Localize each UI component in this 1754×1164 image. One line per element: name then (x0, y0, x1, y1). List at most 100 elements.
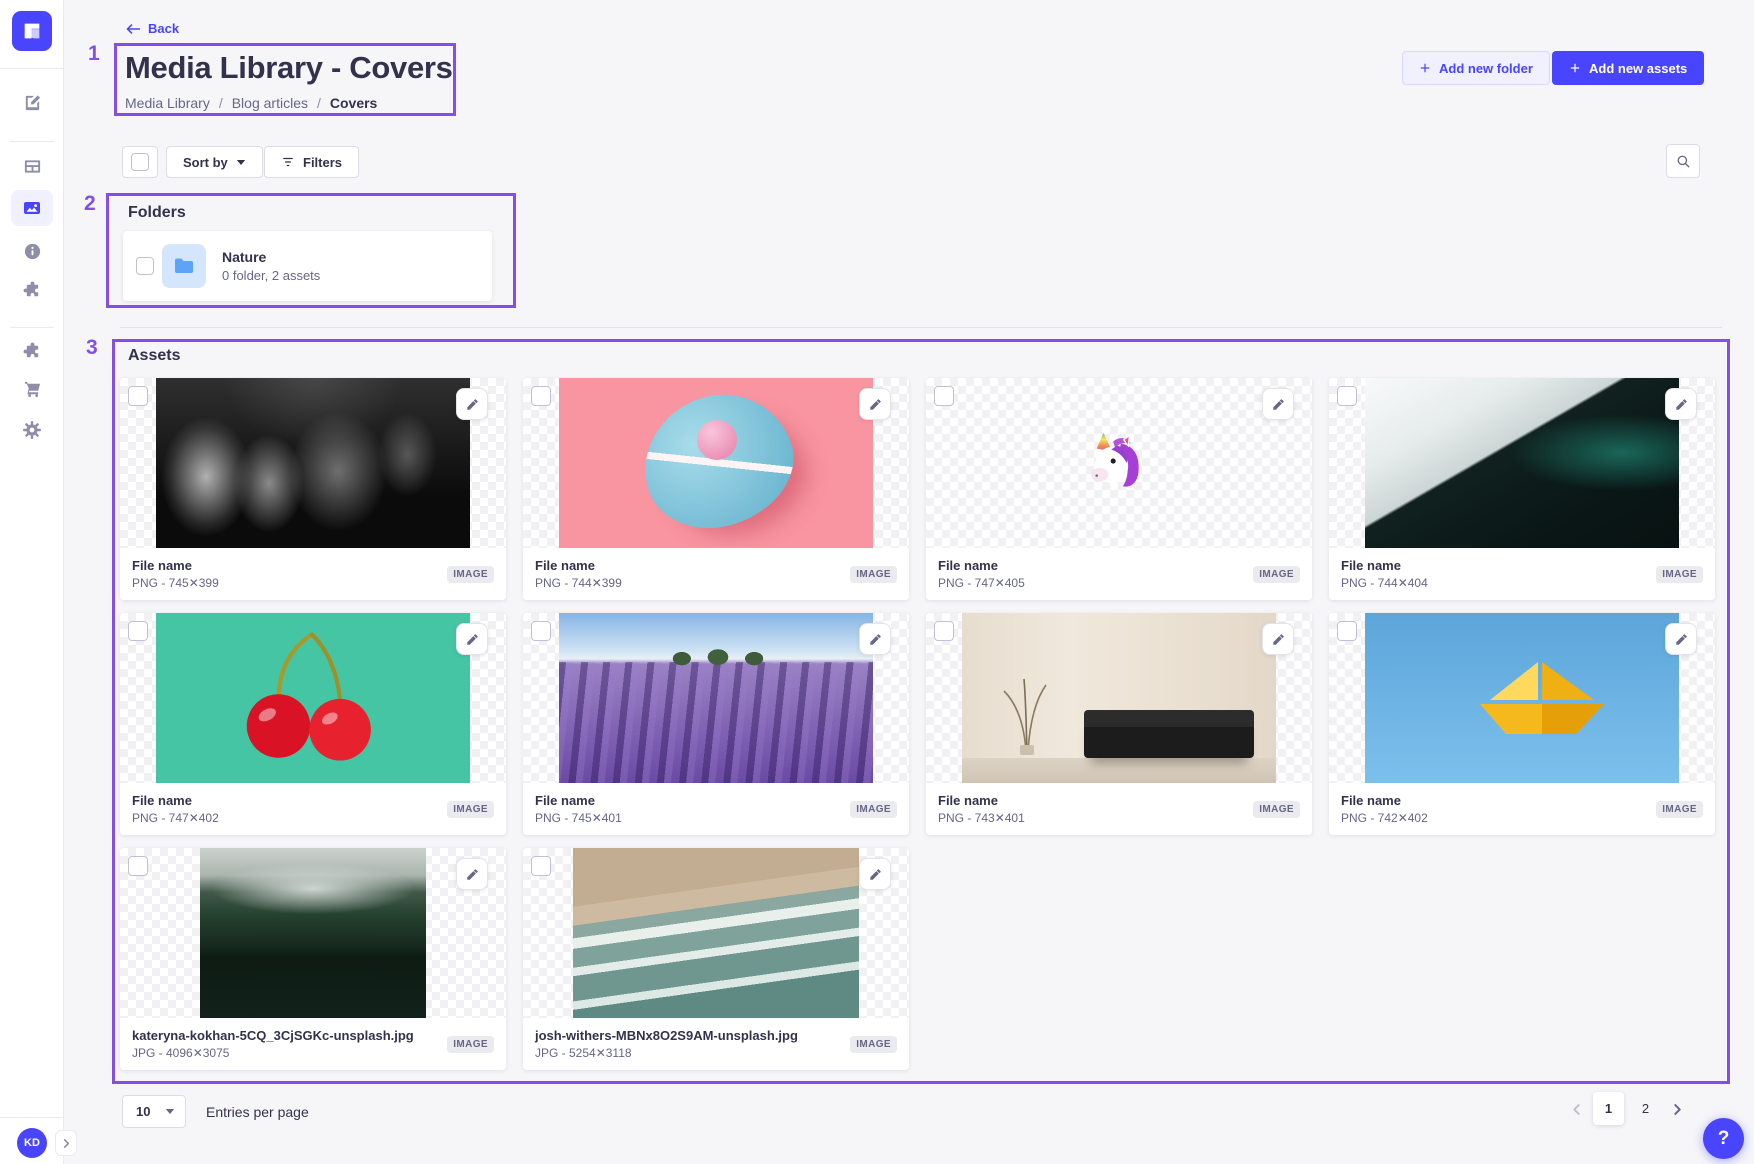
chevron-left-icon (1571, 1104, 1582, 1115)
pencil-icon (869, 868, 882, 881)
folder-icon (173, 255, 195, 277)
filters-button[interactable]: Filters (264, 146, 359, 178)
asset-edit-button[interactable] (1262, 388, 1294, 420)
add-new-folder-button[interactable]: Add new folder (1402, 51, 1550, 85)
cart-icon (23, 379, 42, 398)
asset-checkbox[interactable] (934, 386, 954, 406)
asset-card[interactable]: File name PNG - 745✕401 IMAGE (523, 613, 909, 835)
strapi-logo[interactable] (12, 11, 52, 51)
asset-meta: PNG - 747✕405 (938, 576, 1025, 590)
asset-checkbox[interactable] (531, 386, 551, 406)
pagination-previous-button[interactable] (1567, 1100, 1586, 1119)
chevron-down-icon (165, 1108, 175, 1115)
asset-name: File name (535, 558, 622, 573)
sidebar-item-content-type-builder[interactable] (11, 148, 53, 184)
asset-meta: JPG - 4096✕3075 (132, 1046, 414, 1060)
asset-edit-button[interactable] (859, 858, 891, 890)
breadcrumb-blog-articles[interactable]: Blog articles (232, 95, 330, 111)
select-all-checkbox[interactable] (131, 153, 149, 171)
asset-name: File name (1341, 793, 1428, 808)
asset-card[interactable]: File name PNG - 747✕402 IMAGE (120, 613, 506, 835)
asset-checkbox[interactable] (128, 386, 148, 406)
asset-checkbox[interactable] (1337, 621, 1357, 641)
asset-footer: File name PNG - 745✕401 IMAGE (523, 783, 909, 835)
asset-card[interactable]: File name PNG - 745✕399 IMAGE (120, 378, 506, 600)
asset-card[interactable]: josh-withers-MBNx8O2S9AM-unsplash.jpg JP… (523, 848, 909, 1070)
asset-checkbox[interactable] (531, 856, 551, 876)
chevron-right-icon (1672, 1104, 1683, 1115)
puzzle-icon (23, 342, 42, 361)
asset-edit-button[interactable] (859, 623, 891, 655)
chevron-down-icon (236, 159, 246, 166)
sidebar-item-documentation[interactable] (11, 233, 53, 269)
pagination-page-2[interactable]: 2 (1630, 1092, 1661, 1125)
sidebar-item-settings[interactable] (11, 412, 53, 448)
add-new-assets-button[interactable]: Add new assets (1552, 51, 1704, 85)
breadcrumb-media-library[interactable]: Media Library (125, 95, 232, 111)
pencil-icon (1675, 398, 1688, 411)
search-button[interactable] (1666, 144, 1700, 178)
asset-media (1329, 378, 1715, 548)
pagination-page-1[interactable]: 1 (1593, 1092, 1624, 1125)
asset-media (926, 378, 1312, 548)
asset-meta: JPG - 5254✕3118 (535, 1046, 798, 1060)
assets-section-title: Assets (128, 347, 180, 365)
folder-checkbox[interactable] (136, 257, 154, 275)
asset-edit-button[interactable] (456, 388, 488, 420)
asset-checkbox[interactable] (128, 856, 148, 876)
annotation-number-2: 2 (84, 192, 96, 216)
asset-card[interactable]: File name PNG - 743✕401 IMAGE (926, 613, 1312, 835)
asset-footer: File name PNG - 747✕402 IMAGE (120, 783, 506, 835)
sort-by-button[interactable]: Sort by (166, 146, 263, 178)
asset-edit-button[interactable] (456, 623, 488, 655)
asset-checkbox[interactable] (531, 621, 551, 641)
asset-footer: File name PNG - 747✕405 IMAGE (926, 548, 1312, 600)
asset-checkbox[interactable] (1337, 386, 1357, 406)
sidebar-expand-button[interactable] (55, 1130, 77, 1156)
pencil-icon (1272, 633, 1285, 646)
asset-edit-button[interactable] (1665, 623, 1697, 655)
asset-card[interactable]: File name PNG - 744✕404 IMAGE (1329, 378, 1715, 600)
asset-type-badge: IMAGE (850, 566, 897, 583)
help-button[interactable]: ? (1703, 1118, 1744, 1159)
annotation-number-3: 3 (86, 336, 98, 360)
folder-name: Nature (222, 249, 320, 265)
asset-image (200, 848, 426, 1018)
asset-edit-button[interactable] (1262, 623, 1294, 655)
asset-type-badge: IMAGE (1253, 801, 1300, 818)
strapi-logo-icon (21, 20, 43, 42)
sidebar-item-media-library[interactable] (11, 190, 53, 226)
filters-label: Filters (303, 155, 342, 170)
folder-card-nature[interactable]: Nature 0 folder, 2 assets (123, 231, 492, 301)
filter-icon (281, 155, 295, 169)
asset-edit-button[interactable] (1665, 388, 1697, 420)
asset-edit-button[interactable] (859, 388, 891, 420)
asset-media (926, 613, 1312, 783)
asset-meta: PNG - 744✕404 (1341, 576, 1428, 590)
sidebar-item-content-manager[interactable] (11, 84, 53, 120)
asset-card[interactable]: kateryna-kokhan-5CQ_3CjSGKc-unsplash.jpg… (120, 848, 506, 1070)
asset-checkbox[interactable] (934, 621, 954, 641)
asset-checkbox[interactable] (128, 621, 148, 641)
page-size-select[interactable]: 10 (122, 1095, 186, 1128)
pagination-next-button[interactable] (1668, 1100, 1687, 1119)
pencil-icon (1272, 398, 1285, 411)
asset-card[interactable]: File name PNG - 742✕402 IMAGE (1329, 613, 1715, 835)
sidebar-item-marketplace[interactable] (11, 370, 53, 406)
asset-media (523, 848, 909, 1018)
asset-card[interactable]: File name PNG - 747✕405 IMAGE (926, 378, 1312, 600)
asset-card[interactable]: File name PNG - 744✕399 IMAGE (523, 378, 909, 600)
back-label: Back (148, 21, 179, 36)
avatar[interactable]: KD (17, 1128, 47, 1158)
asset-type-badge: IMAGE (850, 1036, 897, 1053)
asset-footer: File name PNG - 745✕399 IMAGE (120, 548, 506, 600)
asset-footer: File name PNG - 743✕401 IMAGE (926, 783, 1312, 835)
add-new-folder-label: Add new folder (1439, 61, 1533, 76)
asset-meta: PNG - 747✕402 (132, 811, 219, 825)
asset-image (962, 378, 1276, 548)
asset-footer: josh-withers-MBNx8O2S9AM-unsplash.jpg JP… (523, 1018, 909, 1070)
sidebar-item-plugins[interactable] (11, 333, 53, 369)
back-link[interactable]: Back (125, 21, 179, 36)
asset-edit-button[interactable] (456, 858, 488, 890)
sidebar-item-plugin[interactable] (11, 272, 53, 308)
